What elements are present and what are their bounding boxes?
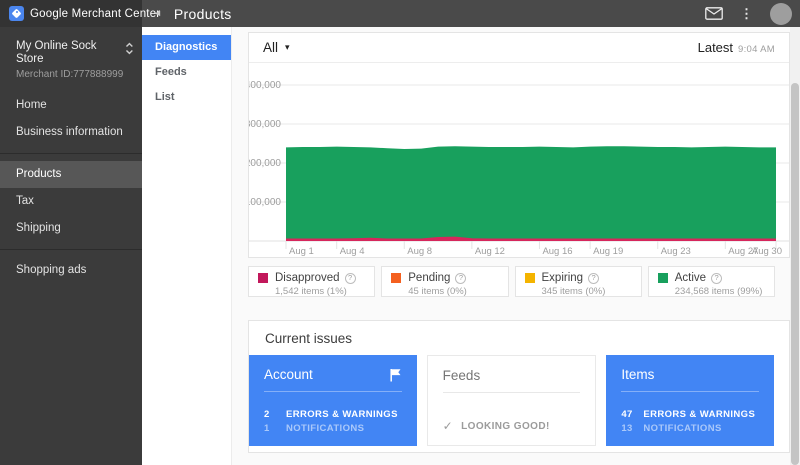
merchant-center-app: Google Merchant Center ◄ Products ⋮ My O… — [0, 0, 800, 465]
legend-item-expiring: Expiring ? 345 items (0%) — [515, 266, 642, 297]
disapproved-color-swatch — [258, 273, 268, 283]
legend-detail: 234,568 items (99%) — [675, 286, 763, 297]
chart-toolbar: All ▾ Latest 9:04 AM — [249, 33, 789, 63]
legend-label: Disapproved — [275, 272, 340, 284]
issue-card-title: Items — [621, 367, 654, 382]
notifications-count: 13 — [621, 423, 634, 434]
errors-count: 2 — [264, 409, 277, 420]
legend-label: Expiring — [542, 272, 584, 284]
help-icon[interactable]: ? — [455, 273, 466, 284]
filter-label: All — [263, 40, 278, 55]
svg-text:Aug 23: Aug 23 — [661, 246, 691, 257]
svg-text:Aug 19: Aug 19 — [593, 246, 623, 257]
merchant-id: Merchant ID:777888999 — [16, 69, 125, 80]
filter-dropdown[interactable]: All ▾ — [263, 40, 290, 55]
current-issues-card: Current issues Account 2 ERROR — [248, 320, 790, 453]
vertical-scrollbar[interactable] — [790, 27, 800, 465]
app-title: Google Merchant Center — [30, 8, 160, 20]
page-title: Products — [174, 6, 232, 22]
sidebar-item-business-information[interactable]: Business information — [0, 119, 142, 146]
account-switcher[interactable]: My Online Sock Store Merchant ID:7778889… — [0, 27, 142, 92]
errors-count: 47 — [621, 409, 634, 420]
app-logo[interactable]: Google Merchant Center — [0, 0, 142, 27]
help-icon[interactable]: ? — [345, 273, 356, 284]
active-color-swatch — [658, 273, 668, 283]
issue-card-feeds[interactable]: Feeds ✓ LOOKING GOOD! — [427, 355, 597, 446]
mail-icon[interactable] — [705, 7, 723, 20]
back-icon[interactable]: ◄ — [153, 0, 162, 27]
divider — [621, 391, 759, 392]
svg-text:100,000: 100,000 — [249, 197, 281, 208]
sidebar-divider — [0, 153, 142, 154]
help-icon[interactable]: ? — [711, 273, 722, 284]
errors-label: ERRORS & WARNINGS — [286, 409, 398, 420]
svg-text:400,000: 400,000 — [249, 80, 281, 91]
errors-label: ERRORS & WARNINGS — [643, 409, 755, 420]
sidebar-item-products[interactable]: Products — [0, 161, 142, 188]
issue-card-account[interactable]: Account 2 ERRORS & WARNINGS 1 — [249, 355, 417, 446]
tab-list[interactable]: List — [142, 85, 231, 110]
unfold-more-icon — [125, 42, 134, 55]
svg-text:200,000: 200,000 — [249, 158, 281, 169]
chart-legend: Disapproved ? 1,542 items (1%) Pending ?… — [248, 266, 790, 297]
avatar[interactable] — [770, 3, 792, 25]
sidebar-item-tax[interactable]: Tax — [0, 188, 142, 215]
sidebar-item-shipping[interactable]: Shipping — [0, 215, 142, 242]
products-subnav: Diagnostics Feeds List — [142, 27, 232, 465]
status-label: LOOKING GOOD! — [461, 421, 550, 432]
issue-card-title: Account — [264, 367, 313, 382]
legend-item-pending: Pending ? 45 items (0%) — [381, 266, 508, 297]
top-bar: Google Merchant Center ◄ Products ⋮ — [0, 0, 800, 27]
legend-label: Active — [675, 272, 706, 284]
svg-text:Aug 4: Aug 4 — [340, 246, 365, 257]
issue-stats: 2 ERRORS & WARNINGS 1 NOTIFICATIONS — [264, 406, 402, 434]
issue-stats: 47 ERRORS & WARNINGS 13 NOTIFICATIONS — [621, 406, 759, 434]
sidebar-item-home[interactable]: Home — [0, 92, 142, 119]
svg-text:Aug 1: Aug 1 — [289, 246, 314, 257]
chevron-down-icon: ▾ — [285, 42, 290, 53]
current-issues-row: Account 2 ERRORS & WARNINGS 1 — [249, 355, 774, 446]
latest-time: 9:04 AM — [738, 44, 775, 55]
pending-color-swatch — [391, 273, 401, 283]
flag-icon — [389, 368, 402, 382]
sidebar-item-shopping-ads[interactable]: Shopping ads — [0, 257, 142, 284]
svg-text:Aug 8: Aug 8 — [407, 246, 432, 257]
sidebar-divider — [0, 249, 142, 250]
svg-text:Aug 12: Aug 12 — [475, 246, 505, 257]
products-area-chart[interactable]: 100,000 200,000 300,000 400,000 Aug 1 Aug 4 Au… — [249, 63, 789, 257]
issue-card-title: Feeds — [443, 368, 481, 383]
notifications-label: NOTIFICATIONS — [643, 423, 721, 434]
scrollbar-thumb[interactable] — [791, 83, 799, 465]
account-name: My Online Sock Store — [16, 40, 125, 66]
merchant-center-logo-icon — [9, 6, 24, 21]
legend-detail: 1,542 items (1%) — [275, 286, 356, 297]
help-icon[interactable]: ? — [588, 273, 599, 284]
notifications-label: NOTIFICATIONS — [286, 423, 364, 434]
legend-detail: 345 items (0%) — [542, 286, 606, 297]
latest-label: Latest — [698, 40, 733, 55]
tab-diagnostics[interactable]: Diagnostics — [142, 35, 231, 60]
check-icon: ✓ — [443, 419, 453, 433]
divider — [443, 392, 581, 393]
latest-status: Latest 9:04 AM — [698, 40, 775, 55]
legend-detail: 45 items (0%) — [408, 286, 467, 297]
tab-feeds[interactable]: Feeds — [142, 60, 231, 85]
issue-status-ok: ✓ LOOKING GOOD! — [443, 419, 581, 433]
diagnostics-chart-card: All ▾ Latest 9:04 AM 100,000 200,000 300,00… — [248, 32, 790, 258]
svg-text:300,000: 300,000 — [249, 119, 281, 130]
svg-text:Aug 30: Aug 30 — [752, 246, 782, 257]
top-actions: ⋮ — [705, 3, 800, 25]
current-issues-title: Current issues — [249, 321, 774, 355]
svg-text:Aug 16: Aug 16 — [542, 246, 572, 257]
issue-card-items[interactable]: Items 47 ERRORS & WARNINGS 13 NOTIFICATI… — [606, 355, 774, 446]
legend-label: Pending — [408, 272, 450, 284]
divider — [264, 391, 402, 392]
main-content: All ▾ Latest 9:04 AM 100,000 200,000 300,00… — [232, 27, 790, 465]
legend-item-active: Active ? 234,568 items (99%) — [648, 266, 775, 297]
expiring-color-swatch — [525, 273, 535, 283]
sidebar: My Online Sock Store Merchant ID:7778889… — [0, 27, 142, 465]
more-menu-icon[interactable]: ⋮ — [740, 7, 753, 20]
legend-item-disapproved: Disapproved ? 1,542 items (1%) — [248, 266, 375, 297]
notifications-count: 1 — [264, 423, 277, 434]
